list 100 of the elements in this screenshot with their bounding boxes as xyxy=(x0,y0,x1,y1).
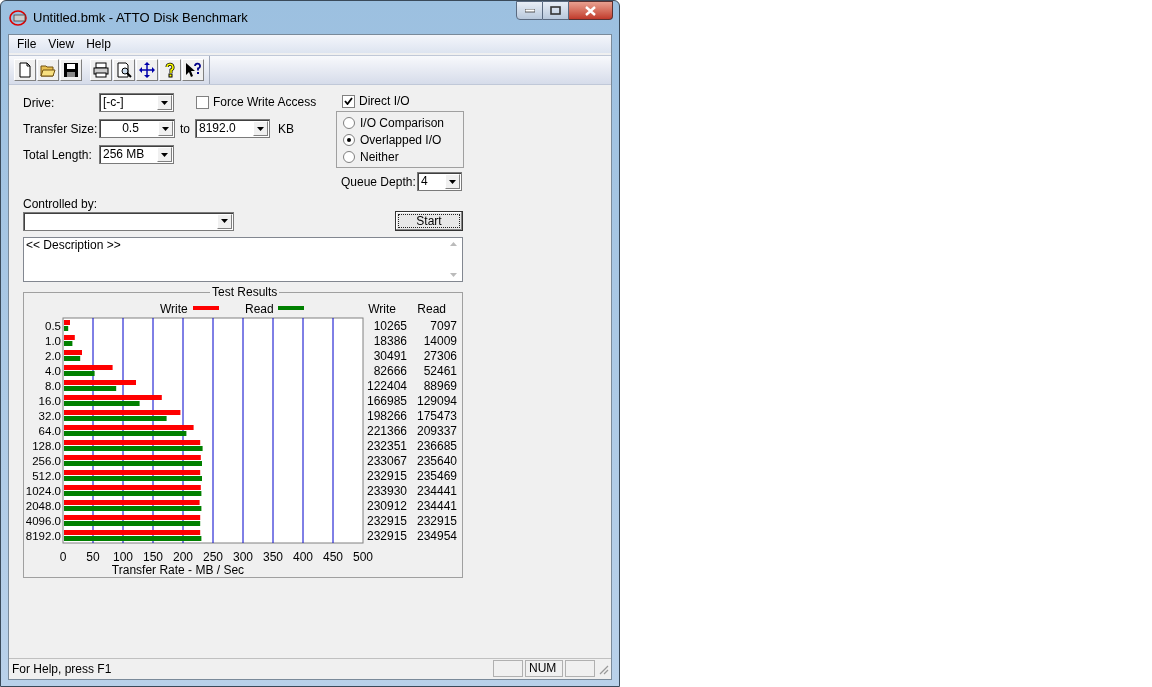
y-tick-label: 1024.0 xyxy=(25,485,61,497)
total-length-label: Total Length: xyxy=(23,146,93,164)
restore-icon xyxy=(550,6,561,15)
close-button[interactable] xyxy=(569,1,613,20)
scroll-down-icon xyxy=(450,273,457,277)
x-tick-label: 100 xyxy=(113,550,133,564)
transfer-size-from-dropdown[interactable]: 0.5 xyxy=(99,119,175,138)
radio-button[interactable] xyxy=(343,150,355,163)
checkbox[interactable] xyxy=(342,94,355,108)
table-cell: 88969 xyxy=(423,379,457,393)
table-cell: 122404 xyxy=(366,379,407,393)
x-tick-label: 200 xyxy=(173,550,193,564)
radio-label: Neither xyxy=(360,148,399,166)
table-cell: 233067 xyxy=(366,454,407,468)
menu-item[interactable]: View xyxy=(42,35,81,53)
status-indicator: NUM xyxy=(525,660,563,677)
y-tick-label: 0.5 xyxy=(45,320,61,332)
toolbar-button[interactable] xyxy=(182,59,204,81)
window-title: Untitled.bmk - ATTO Disk Benchmark xyxy=(33,8,248,27)
printer-icon xyxy=(93,62,109,78)
toolbar-button[interactable] xyxy=(113,59,135,81)
table-cell: 18386 xyxy=(373,334,407,348)
table-cell: 52461 xyxy=(423,364,457,378)
x-tick-label: 0 xyxy=(59,550,67,564)
dropdown-arrow-icon xyxy=(162,126,169,131)
unit-label: KB xyxy=(278,120,295,138)
y-tick-label: 16.0 xyxy=(38,395,61,407)
x-axis-title: Transfer Rate - MB / Sec xyxy=(111,563,245,577)
radio-label: I/O Comparison xyxy=(360,114,445,132)
x-tick-label: 400 xyxy=(293,550,313,564)
table-cell: 82666 xyxy=(373,364,407,378)
y-tick-label: 256.0 xyxy=(32,455,61,467)
pointer-question-icon xyxy=(185,62,201,78)
to-label: to xyxy=(180,120,190,138)
total-length-dropdown[interactable]: 256 MB xyxy=(99,145,174,164)
table-cell: 221366 xyxy=(366,424,407,438)
radio-button[interactable] xyxy=(343,116,355,129)
table-cell: 27306 xyxy=(423,349,457,363)
dropdown-arrow-icon xyxy=(257,126,264,131)
y-tick-label: 2048.0 xyxy=(25,500,61,512)
table-cell: 209337 xyxy=(416,424,457,438)
table-cell: 232915 xyxy=(366,529,407,543)
controlled-by-label: Controlled by: xyxy=(23,197,99,211)
menu-item[interactable]: Help xyxy=(80,35,117,53)
dropdown-arrow-icon xyxy=(161,100,168,105)
y-tick-label: 8192.0 xyxy=(25,530,61,542)
transfer-size-to-dropdown[interactable]: 8192.0 xyxy=(195,119,270,138)
table-cell: 232915 xyxy=(366,469,407,483)
table-cell: 198266 xyxy=(366,409,407,423)
x-tick-label: 450 xyxy=(323,550,343,564)
drive-dropdown[interactable]: [-c-] xyxy=(99,93,174,112)
maximize-button[interactable] xyxy=(543,1,569,20)
scroll-up-icon xyxy=(450,242,457,246)
status-text: For Help, press F1 xyxy=(11,660,113,678)
y-tick-label: 4.0 xyxy=(45,365,61,377)
table-cell: 232915 xyxy=(366,514,407,528)
close-icon xyxy=(585,5,596,16)
x-tick-label: 350 xyxy=(263,550,283,564)
table-cell: 232915 xyxy=(416,514,457,528)
force-write-access-label: Force Write Access xyxy=(213,94,317,111)
legend-swatch xyxy=(193,306,219,310)
dropdown-arrow-icon xyxy=(221,219,228,223)
y-tick-label: 128.0 xyxy=(32,440,61,452)
toolbar-button[interactable] xyxy=(60,59,82,81)
radio-label: Overlapped I/O xyxy=(360,131,442,149)
transfer-size-label: Transfer Size: xyxy=(23,120,99,138)
table-cell: 30491 xyxy=(373,349,407,363)
x-tick-label: 300 xyxy=(233,550,253,564)
table-cell: 166985 xyxy=(366,394,407,408)
checkbox[interactable] xyxy=(196,95,209,109)
menu-item[interactable]: File xyxy=(11,35,43,53)
toolbar-button[interactable] xyxy=(90,59,112,81)
radio-button[interactable] xyxy=(343,133,355,146)
legend-label: Read xyxy=(245,302,274,316)
y-tick-label: 1.0 xyxy=(45,335,61,347)
move-arrows-icon xyxy=(139,62,155,78)
table-cell: 230912 xyxy=(366,499,407,513)
table-cell: 234441 xyxy=(416,499,457,513)
toolbar-button[interactable] xyxy=(136,59,158,81)
app-icon xyxy=(9,9,27,26)
toolbar-button[interactable] xyxy=(159,59,181,81)
controlled-by-dropdown[interactable] xyxy=(23,211,234,231)
legend-swatch xyxy=(278,306,304,310)
status-pane xyxy=(565,660,595,677)
x-tick-label: 500 xyxy=(353,550,373,564)
table-cell: 233930 xyxy=(366,484,407,498)
start-button[interactable]: Start xyxy=(395,211,463,231)
description-box[interactable]: << Description >> xyxy=(23,237,463,282)
y-tick-label: 8.0 xyxy=(45,380,61,392)
table-cell: 235469 xyxy=(416,469,457,483)
legend-label: Write xyxy=(160,302,188,316)
new-document-icon xyxy=(17,62,33,78)
minimize-button[interactable] xyxy=(516,1,543,20)
column-header: Write xyxy=(368,302,396,316)
table-cell: 175473 xyxy=(416,409,457,423)
queue-depth-dropdown[interactable]: 4 xyxy=(417,172,462,191)
table-cell: 234441 xyxy=(416,484,457,498)
y-tick-label: 64.0 xyxy=(38,425,61,437)
y-tick-label: 2.0 xyxy=(45,350,61,362)
table-cell: 7097 xyxy=(430,319,457,333)
